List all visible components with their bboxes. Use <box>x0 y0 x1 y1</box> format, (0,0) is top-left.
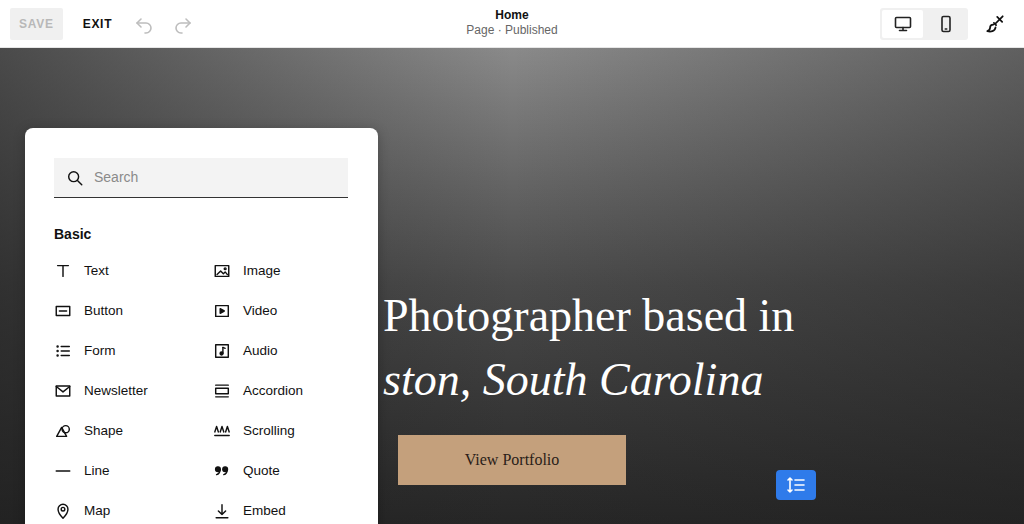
block-label: Line <box>84 461 110 481</box>
height-lines-icon <box>786 475 806 495</box>
block-label: Video <box>243 301 277 321</box>
block-item[interactable]: Quote <box>213 451 348 491</box>
block-label: Button <box>84 301 123 321</box>
top-bar: SAVE EXIT HomePage · Published <box>0 0 1024 48</box>
block-item[interactable]: Button <box>54 291 213 331</box>
device-button[interactable] <box>925 10 966 38</box>
right-tools <box>880 8 1014 40</box>
scrolling-icon <box>213 422 231 440</box>
block-item[interactable]: Shape <box>54 411 213 451</box>
map-pin-icon <box>54 502 72 520</box>
envelope-icon <box>54 382 72 400</box>
block-label: Form <box>84 341 116 361</box>
search-icon <box>66 169 84 187</box>
block-item[interactable]: Audio <box>213 331 348 371</box>
block-label: Map <box>84 501 110 521</box>
block-item[interactable]: Map <box>54 491 213 524</box>
block-item[interactable]: Image <box>213 251 348 291</box>
block-label: Shape <box>84 421 123 441</box>
block-label: Embed <box>243 501 286 521</box>
hero-heading-line: Photographer based in <box>383 284 1024 348</box>
save-button[interactable]: SAVE <box>10 8 63 40</box>
block-label: Audio <box>243 341 278 361</box>
add-block-panel: Basic Text Image Button Video Form Audio Newsle… <box>25 128 378 524</box>
block-label: Text <box>84 261 109 281</box>
block-item[interactable]: Accordion <box>213 371 348 411</box>
form-list-icon <box>54 342 72 360</box>
block-item[interactable]: Form <box>54 331 213 371</box>
block-label: Newsletter <box>84 381 148 401</box>
device-button[interactable] <box>882 10 923 38</box>
mobile-icon <box>936 14 956 34</box>
text-t-icon <box>54 262 72 280</box>
hero-heading-line: ston, South Carolina <box>383 348 1024 412</box>
desktop-icon <box>893 14 913 34</box>
line-icon <box>54 462 72 480</box>
block-grid: Text Image Button Video Form Audio Newsletter A… <box>54 251 349 524</box>
style-brush-icon[interactable] <box>984 13 1006 35</box>
device-toggle <box>880 8 968 40</box>
page-status: Page · Published <box>466 23 557 38</box>
block-label: Scrolling <box>243 421 295 441</box>
undo-icon[interactable] <box>134 14 154 34</box>
search-field <box>54 158 348 198</box>
view-portfolio-button[interactable]: View Portfolio <box>398 435 626 485</box>
page-title: Home <box>495 8 528 23</box>
audio-note-icon <box>213 342 231 360</box>
button-icon <box>54 302 72 320</box>
shape-icon <box>54 422 72 440</box>
block-label: Quote <box>243 461 280 481</box>
page-info: HomePage · Published <box>466 8 557 38</box>
embed-download-icon <box>213 502 231 520</box>
section-height-button[interactable] <box>776 470 816 500</box>
block-label: Image <box>243 261 281 281</box>
image-icon <box>213 262 231 280</box>
quote-icon <box>213 462 231 480</box>
exit-button[interactable]: EXIT <box>73 8 123 40</box>
video-play-icon <box>213 302 231 320</box>
block-label: Accordion <box>243 381 303 401</box>
block-item[interactable]: Embed <box>213 491 348 524</box>
block-item[interactable]: Scrolling <box>213 411 348 451</box>
section-title: Basic <box>54 224 349 244</box>
block-item[interactable]: Text <box>54 251 213 291</box>
block-item[interactable]: Newsletter <box>54 371 213 411</box>
search-input[interactable] <box>94 167 336 188</box>
redo-icon[interactable] <box>173 14 193 34</box>
accordion-icon <box>213 382 231 400</box>
block-item[interactable]: Video <box>213 291 348 331</box>
block-item[interactable]: Line <box>54 451 213 491</box>
